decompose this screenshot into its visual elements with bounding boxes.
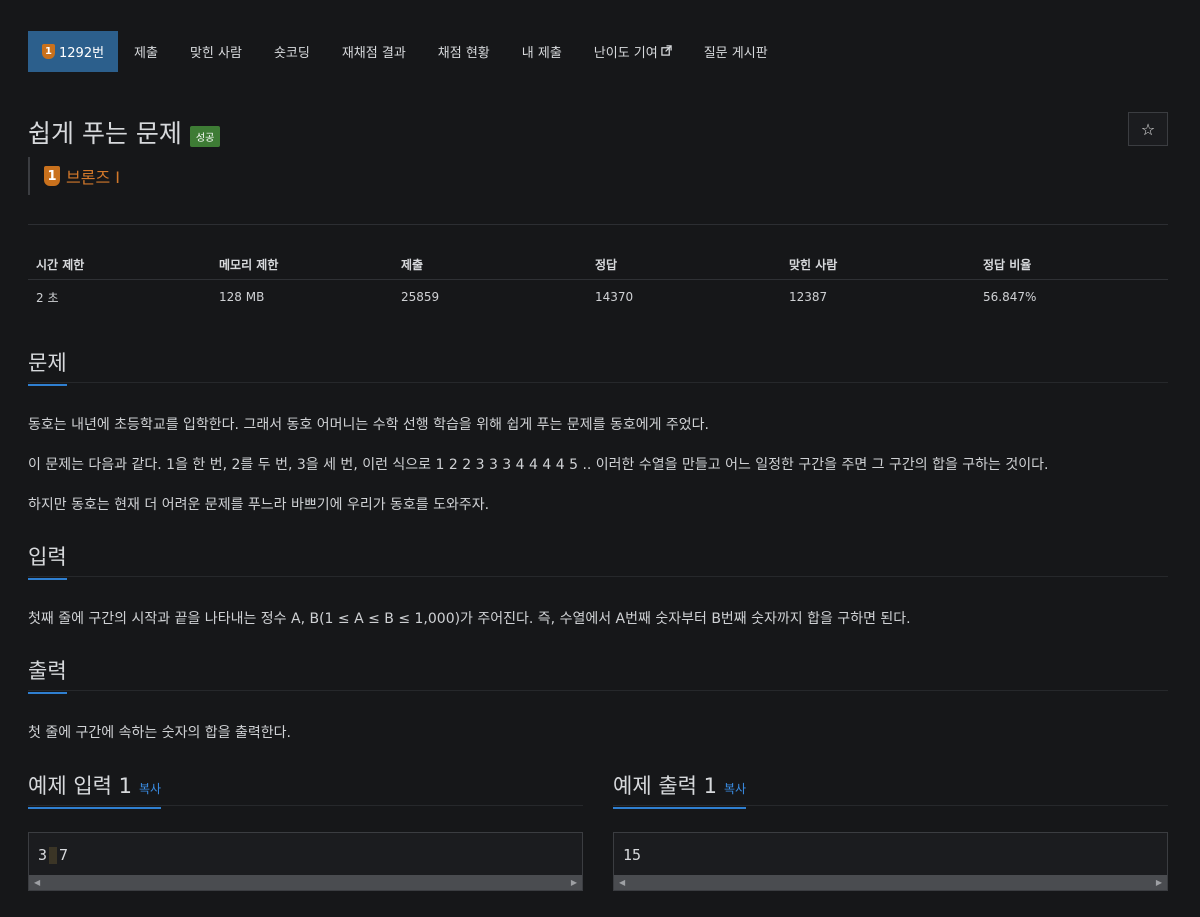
tab-label: 내 제출 bbox=[521, 46, 562, 61]
scroll-right-icon[interactable]: ▶ bbox=[571, 875, 577, 890]
tab-solved-users[interactable]: 맞힌 사람 bbox=[174, 31, 258, 72]
tab-label: 숏코딩 bbox=[273, 46, 310, 61]
problem-title: 쉽게 푸는 문제 bbox=[28, 119, 182, 148]
scroll-right-icon[interactable]: ▶ bbox=[1156, 875, 1162, 890]
tier-name[interactable]: 브론즈 I bbox=[66, 164, 120, 188]
tab-label: 채점 현황 bbox=[437, 46, 490, 61]
tab-label: 난이도 기여 bbox=[593, 46, 658, 61]
tab-question-board[interactable]: 질문 게시판 bbox=[688, 31, 784, 72]
output-description: 첫 줄에 구간에 속하는 숫자의 합을 출력한다. bbox=[28, 725, 291, 741]
bronze-tier-icon: 1 bbox=[42, 44, 55, 59]
scroll-left-icon[interactable]: ◀ bbox=[34, 875, 40, 890]
copy-button[interactable]: 복사 bbox=[724, 782, 746, 796]
tab-rejudge-results[interactable]: 재채점 결과 bbox=[326, 31, 422, 72]
memory-limit: 128 MB bbox=[219, 290, 265, 305]
input-heading: 입력 bbox=[28, 541, 1168, 580]
problem-page: 1 1292번 제출 맞힌 사람 숏코딩 재채점 결과 채점 현황 내 제출 난… bbox=[28, 31, 1168, 891]
sample-input-value: 7 bbox=[59, 846, 69, 864]
tab-label: 재채점 결과 bbox=[341, 46, 406, 61]
sample-input-heading: 예제 입력 1 복사 bbox=[28, 770, 583, 809]
table-header: 제출 bbox=[393, 251, 587, 280]
problem-description-line: 이 문제는 다음과 같다. 1을 한 번, 2를 두 번, 3을 세 번, 이런… bbox=[28, 457, 1049, 473]
scroll-left-icon[interactable]: ◀ bbox=[619, 875, 625, 890]
copy-button[interactable]: 복사 bbox=[139, 782, 161, 796]
accept-ratio: 56.847% bbox=[983, 290, 1037, 305]
tab-my-submissions[interactable]: 내 제출 bbox=[506, 31, 578, 72]
tier-info: 1 브론즈 I bbox=[28, 157, 120, 195]
problem-tabs: 1 1292번 제출 맞힌 사람 숏코딩 재채점 결과 채점 현황 내 제출 난… bbox=[28, 31, 1168, 72]
tab-label: 제출 bbox=[134, 46, 158, 61]
time-limit: 2 초 bbox=[36, 290, 59, 305]
text-cursor bbox=[49, 847, 58, 864]
sample-output-heading: 예제 출력 1 복사 bbox=[613, 770, 1168, 809]
status-badge: 성공 bbox=[189, 125, 221, 147]
tab-submit[interactable]: 제출 bbox=[118, 31, 174, 72]
horizontal-scrollbar[interactable]: ◀ ▶ bbox=[29, 875, 582, 890]
problem-description-line: 하지만 동호는 현재 더 어려운 문제를 푸느라 바쁘기에 우리가 동호를 도와… bbox=[28, 497, 490, 513]
sample-input-box[interactable]: 37 ◀ ▶ bbox=[28, 832, 583, 891]
tab-label: 1292번 bbox=[59, 46, 105, 61]
tab-label: 맞힌 사람 bbox=[189, 46, 242, 61]
sample-output-box[interactable]: 15 ◀ ▶ bbox=[613, 832, 1168, 891]
star-icon: ☆ bbox=[1140, 119, 1156, 139]
submission-count: 25859 bbox=[401, 290, 440, 305]
problem-title-row: 쉽게 푸는 문제 성공 bbox=[28, 114, 221, 150]
table-row: 2 초 128 MB 25859 14370 12387 56.847% bbox=[28, 279, 1168, 315]
external-link-icon bbox=[660, 44, 672, 59]
tab-label: 질문 게시판 bbox=[703, 46, 768, 61]
bronze-tier-icon: 1 bbox=[44, 166, 60, 186]
table-header: 정답 비율 bbox=[975, 251, 1168, 280]
input-description: 첫째 줄에 구간의 시작과 끝을 나타내는 정수 A, B(1 ≤ A ≤ B … bbox=[28, 611, 911, 627]
output-heading: 출력 bbox=[28, 655, 1168, 694]
table-header: 맞힌 사람 bbox=[781, 251, 975, 280]
problem-info-table: 시간 제한 메모리 제한 제출 정답 맞힌 사람 정답 비율 2 초 128 M… bbox=[28, 251, 1168, 315]
table-header: 메모리 제한 bbox=[211, 251, 393, 280]
table-header: 정답 bbox=[587, 251, 781, 280]
tab-difficulty-contribution[interactable]: 난이도 기여 bbox=[578, 31, 688, 72]
tab-problem-number[interactable]: 1 1292번 bbox=[28, 31, 119, 72]
solved-user-count: 12387 bbox=[789, 290, 828, 305]
horizontal-scrollbar[interactable]: ◀ ▶ bbox=[614, 875, 1167, 890]
sample-input-value: 3 bbox=[38, 846, 48, 864]
table-header: 시간 제한 bbox=[28, 251, 211, 280]
tab-judge-status[interactable]: 채점 현황 bbox=[422, 31, 506, 72]
problem-description-line: 동호는 내년에 초등학교를 입학한다. 그래서 동호 어머니는 수학 선행 학습… bbox=[28, 417, 710, 433]
divider bbox=[28, 224, 1168, 225]
accepted-count: 14370 bbox=[595, 290, 634, 305]
sample-output-value: 15 bbox=[623, 846, 642, 864]
problem-description-heading: 문제 bbox=[28, 347, 1168, 386]
star-button[interactable]: ☆ bbox=[1128, 112, 1168, 146]
tab-short-coding[interactable]: 숏코딩 bbox=[258, 31, 326, 72]
